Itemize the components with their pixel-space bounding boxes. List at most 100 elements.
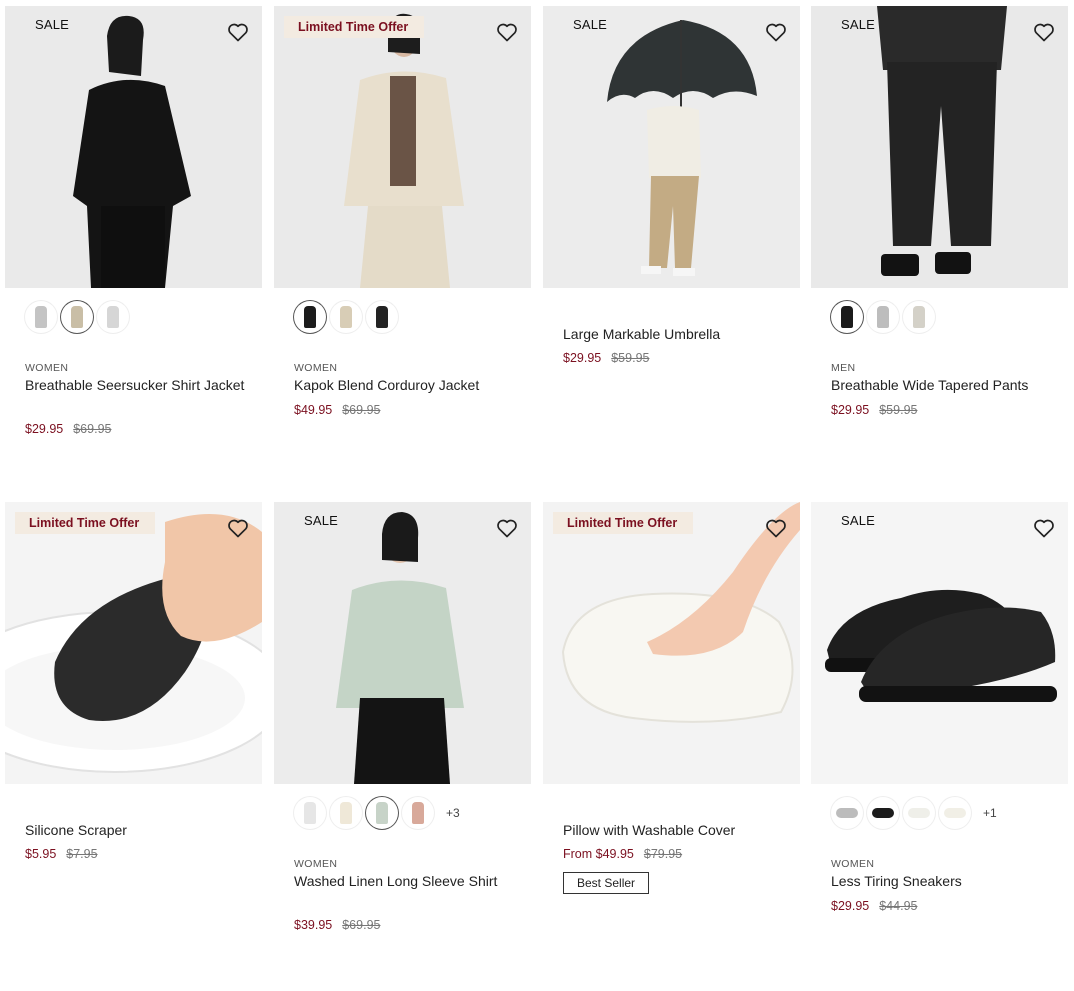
product-image[interactable]: Limited Time Offer (274, 6, 531, 288)
color-swatch[interactable] (294, 797, 326, 829)
product-name[interactable]: Breathable Wide Tapered Pants (831, 376, 1051, 395)
color-swatch[interactable] (831, 301, 863, 333)
original-price: $59.95 (611, 351, 650, 365)
original-price: $44.95 (879, 899, 918, 913)
product-price: $29.95 $69.95 (25, 422, 111, 436)
product-card[interactable]: SALE MEN Breathable Wide Tapered Pants $… (811, 6, 1068, 417)
heart-icon[interactable] (1032, 516, 1056, 540)
heart-icon[interactable] (495, 516, 519, 540)
sale-price: $39.95 (294, 918, 333, 932)
product-category: WOMEN (25, 362, 69, 374)
sale-badge: SALE (841, 513, 876, 528)
original-price: $7.95 (66, 847, 98, 861)
product-image[interactable]: SALE (811, 502, 1068, 784)
product-photo (543, 502, 800, 784)
product-image[interactable]: SALE (5, 6, 262, 288)
best-seller-tag: Best Seller (563, 872, 650, 894)
product-image[interactable]: Limited Time Offer (5, 502, 262, 784)
product-price: $39.95 $69.95 (294, 918, 380, 932)
color-swatch[interactable] (903, 797, 935, 829)
sale-price: From $49.95 (563, 847, 634, 861)
product-card[interactable]: SALE WOMEN Breathable Seersucker Shirt J… (5, 6, 262, 436)
product-category: WOMEN (294, 858, 338, 870)
original-price: $69.95 (342, 403, 381, 417)
product-photo (811, 6, 1068, 288)
product-image[interactable]: SALE (274, 502, 531, 784)
product-price: $5.95 $7.95 (25, 847, 98, 861)
product-image[interactable]: SALE (543, 6, 800, 288)
sale-price: $29.95 (563, 351, 602, 365)
original-price: $69.95 (73, 422, 112, 436)
product-image[interactable]: Limited Time Offer (543, 502, 800, 784)
color-swatch[interactable] (97, 301, 129, 333)
product-name[interactable]: Breathable Seersucker Shirt Jacket (25, 376, 245, 395)
heart-icon[interactable] (226, 516, 250, 540)
more-colors[interactable]: +3 (446, 806, 460, 820)
sale-price: $29.95 (25, 422, 64, 436)
product-photo (543, 6, 800, 288)
limited-offer-badge: Limited Time Offer (15, 512, 156, 534)
product-price: $29.95 $44.95 (831, 899, 917, 913)
sale-price: $29.95 (831, 899, 870, 913)
product-name[interactable]: Less Tiring Sneakers (831, 872, 1051, 891)
limited-offer-badge: Limited Time Offer (284, 16, 425, 38)
heart-icon[interactable] (764, 20, 788, 44)
color-swatch[interactable] (366, 301, 398, 333)
color-swatch[interactable] (402, 797, 434, 829)
color-swatches: +1 (831, 796, 997, 830)
product-category: WOMEN (831, 858, 875, 870)
product-category: WOMEN (294, 362, 338, 374)
product-photo (5, 502, 262, 784)
product-price: $29.95 $59.95 (563, 351, 649, 365)
product-card[interactable]: Limited Time Offer WOMEN Kapok Blend Cor… (274, 6, 531, 417)
heart-icon[interactable] (764, 516, 788, 540)
color-swatch[interactable] (61, 301, 93, 333)
color-swatch[interactable] (903, 301, 935, 333)
product-price: From $49.95 $79.95 (563, 847, 682, 861)
sale-badge: SALE (35, 17, 70, 32)
original-price: $59.95 (879, 403, 918, 417)
color-swatch[interactable] (294, 301, 326, 333)
product-card[interactable]: SALE Large Markable Umbrella $29.95 $59.9… (543, 6, 800, 365)
product-card[interactable]: SALE +1 WOMEN Less Tiring Sneakers $29.9… (811, 502, 1068, 913)
product-photo (274, 502, 531, 784)
color-swatch[interactable] (25, 301, 57, 333)
limited-offer-badge: Limited Time Offer (553, 512, 694, 534)
product-photo (5, 6, 262, 288)
product-image[interactable]: SALE (811, 6, 1068, 288)
sale-price: $5.95 (25, 847, 57, 861)
color-swatch[interactable] (867, 301, 899, 333)
product-name[interactable]: Large Markable Umbrella (563, 325, 783, 344)
product-price: $29.95 $59.95 (831, 403, 917, 417)
sale-badge: SALE (573, 17, 608, 32)
color-swatch[interactable] (330, 797, 362, 829)
color-swatches (831, 300, 935, 334)
original-price: $79.95 (643, 847, 683, 861)
product-name[interactable]: Washed Linen Long Sleeve Shirt (294, 872, 514, 891)
product-card[interactable]: Limited Time Offer Silicone Scraper $5.9… (5, 502, 262, 861)
product-name[interactable]: Pillow with Washable Cover (563, 821, 783, 840)
color-swatch[interactable] (939, 797, 971, 829)
color-swatch[interactable] (867, 797, 899, 829)
heart-icon[interactable] (226, 20, 250, 44)
product-name[interactable]: Kapok Blend Corduroy Jacket (294, 376, 514, 395)
color-swatch[interactable] (366, 797, 398, 829)
sale-badge: SALE (304, 513, 339, 528)
product-card[interactable]: SALE +3 WOMEN Washed Linen Long Sleeve S… (274, 502, 531, 932)
product-price: $49.95 $69.95 (294, 403, 380, 417)
product-photo (274, 6, 531, 288)
more-colors[interactable]: +1 (983, 806, 997, 820)
heart-icon[interactable] (495, 20, 519, 44)
heart-icon[interactable] (1032, 20, 1056, 44)
sale-price: $29.95 (831, 403, 870, 417)
sale-badge: SALE (841, 17, 876, 32)
product-card[interactable]: Limited Time Offer Pillow with Washable … (543, 502, 800, 894)
color-swatches (25, 300, 129, 334)
product-name[interactable]: Silicone Scraper (25, 821, 245, 840)
product-category: MEN (831, 362, 856, 374)
color-swatch[interactable] (831, 797, 863, 829)
product-photo (811, 502, 1068, 784)
color-swatches (294, 300, 398, 334)
color-swatches: +3 (294, 796, 460, 830)
color-swatch[interactable] (330, 301, 362, 333)
